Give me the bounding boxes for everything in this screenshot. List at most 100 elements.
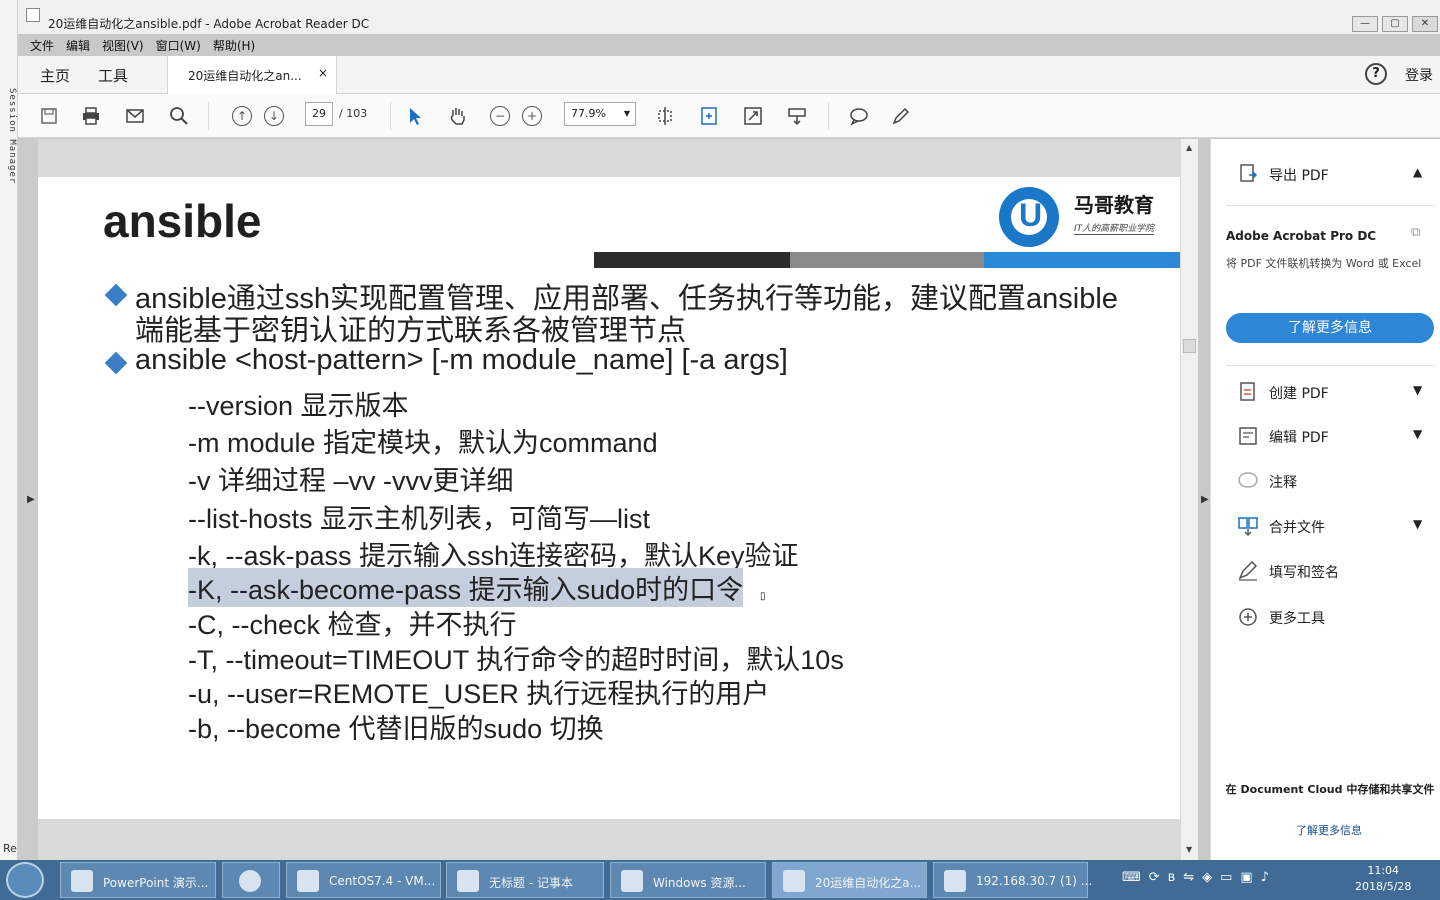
bullet2-syntax: ansible <host-pattern> [-m module_name] … [135,344,788,376]
keyboard-icon[interactable]: ⌨ [1122,870,1141,885]
tab-document[interactable]: 20运维自动化之an... × [167,56,337,94]
close-tab-icon[interactable]: × [318,66,328,80]
bullet-diamond-icon [104,283,128,307]
fit-page-icon[interactable] [698,105,720,127]
taskbar-item-acrobat[interactable]: 20运维自动化之a... [772,862,927,898]
zoom-value: 77.9% [571,107,606,120]
scroll-thumb[interactable] [1183,339,1196,353]
sync-icon[interactable]: ⟳ [1149,870,1160,885]
document-cloud-text: 在 Document Cloud 中存储和共享文件 [1225,783,1435,796]
previous-page-icon[interactable]: ↑ [232,106,252,126]
taskbar-item-vmware[interactable]: CentOS7.4 - VM... [286,862,441,898]
scroll-up-icon[interactable]: ▲ [1186,143,1192,152]
help-icon[interactable]: ? [1365,63,1387,85]
taskbar-item-browser[interactable] [222,862,280,898]
menu-window[interactable]: 窗口(W) [156,37,201,53]
comment-item[interactable]: 注释 [1211,466,1440,496]
chevron-down-icon[interactable]: ▼ [1413,517,1422,531]
option-line: --version 显示版本 [188,391,409,421]
export-pdf-item[interactable]: 导出 PDF ▲ [1211,159,1440,189]
network-icon[interactable]: ⇋ [1183,870,1194,885]
toolbar: ↑ ↓ 29 / 103 − + 77.9% ▼ [18,94,1440,138]
pen-icon[interactable] [890,105,912,127]
system-clock[interactable]: 11:04 2018/5/28 [1355,863,1411,895]
zoom-select[interactable]: 77.9% ▼ [564,102,636,126]
select-cursor-icon[interactable] [404,105,426,127]
zoom-in-icon[interactable]: + [522,106,542,126]
menu-file[interactable]: 文件 [30,37,54,53]
taskbar-item-label: 无标题 - 记事本 [489,876,573,890]
volume-icon[interactable]: ♪ [1261,870,1269,885]
combine-files-label: 合并文件 [1269,520,1325,536]
vertical-scrollbar[interactable]: ▲ ▼ [1180,139,1198,860]
learn-more-button[interactable]: 了解更多信息 [1226,313,1434,343]
fill-sign-icon [1238,560,1258,581]
tab-home[interactable]: 主页 [40,65,70,86]
full-screen-icon[interactable] [742,105,764,127]
window-title: 20运维自动化之ansible.pdf - Adobe Acrobat Read… [48,17,370,31]
page-total: / 103 [339,107,368,120]
restore-button[interactable]: ▢ [1382,16,1408,32]
more-tools-item[interactable]: 更多工具 [1211,602,1440,632]
fill-sign-item[interactable]: 填写和签名 [1211,556,1440,586]
taskbar-item-terminal[interactable]: 192.168.30.7 (1) ... [933,862,1092,898]
comment-icon[interactable] [848,105,870,127]
chevron-up-icon[interactable]: ▲ [1413,165,1422,179]
option-line: -u, --user=REMOTE_USER 执行远程执行的用户 [188,679,770,709]
minimize-button[interactable]: — [1352,16,1378,32]
collapse-left-pane-icon[interactable]: ▶ [27,494,35,505]
session-strip-bottom-label: Re [3,842,17,855]
print-icon[interactable] [80,105,102,127]
start-button[interactable] [6,862,44,898]
title-bar: 20运维自动化之ansible.pdf - Adobe Acrobat Read… [18,0,1440,34]
taskbar-item-powerpoint[interactable]: PowerPoint 演示... [60,862,216,898]
chevron-down-icon[interactable]: ▼ [1413,427,1422,441]
cloud-learn-more-link[interactable]: 了解更多信息 [1211,822,1440,838]
taskbar-item-label: Windows 资源... [653,876,746,890]
menu-view[interactable]: 视图(V) [102,37,144,53]
menu-help[interactable]: 帮助(H) [213,37,255,53]
close-button[interactable]: ✕ [1412,16,1438,32]
option-line: -v 详细过程 –vv -vvv更详细 [188,466,514,496]
scroll-down-icon[interactable]: ▼ [1186,845,1192,854]
page-number-input[interactable]: 29 [305,102,333,126]
email-icon[interactable] [124,105,146,127]
save-icon[interactable] [38,105,60,127]
shield-icon[interactable]: ◈ [1202,870,1212,885]
create-pdf-item[interactable]: 创建 PDF ▼ [1211,377,1440,407]
taskbar-item-label: CentOS7.4 - VM... [329,874,436,888]
right-tools-panel: 导出 PDF ▲ Adobe Acrobat Pro DC ⧉ 将 PDF 文件… [1210,139,1440,860]
hand-tool-icon[interactable] [446,105,468,127]
bluetooth-icon[interactable]: ʙ [1168,870,1176,885]
zoom-out-icon[interactable]: − [490,106,510,126]
option-line-highlighted[interactable]: -K, --ask-become-pass 提示输入sudo时的口令 [188,568,744,607]
combine-files-item[interactable]: 合并文件 ▼ [1211,511,1440,541]
system-tray: ⌨ ⟳ ʙ ⇋ ◈ ▭ ▣ ♪ [1122,870,1269,885]
taskbar-item-explorer[interactable]: Windows 资源... [610,862,766,898]
edit-pdf-item[interactable]: 编辑 PDF ▼ [1211,421,1440,451]
bullet-diamond-icon [104,351,128,375]
browser-icon [239,870,261,892]
edit-pdf-icon [1239,427,1257,445]
combine-files-icon [1238,517,1258,537]
clock-date: 2018/5/28 [1355,880,1412,893]
login-link[interactable]: 登录 [1405,65,1433,85]
search-icon[interactable] [168,105,190,127]
next-page-icon[interactable]: ↓ [264,106,284,126]
text-cursor-icon: ▯ [760,591,766,602]
session-manager-strip[interactable]: Session Manager Re [0,0,18,860]
copy-icon: ⧉ [1411,225,1421,240]
create-pdf-label: 创建 PDF [1269,386,1329,402]
logo-glyph: U [1019,197,1043,233]
read-mode-icon[interactable] [786,105,808,127]
monitor-icon[interactable]: ▣ [1240,870,1252,885]
menu-edit[interactable]: 编辑 [66,37,90,53]
scroll-mode-icon[interactable] [654,105,676,127]
chevron-down-icon[interactable]: ▼ [1413,383,1422,397]
taskbar-item-notepad[interactable]: 无标题 - 记事本 [446,862,604,898]
collapse-right-pane-icon[interactable]: ▶ [1201,494,1209,505]
tab-tools[interactable]: 工具 [98,65,128,86]
battery-icon[interactable]: ▭ [1220,870,1232,885]
taskbar-item-label: 192.168.30.7 (1) ... [976,874,1093,888]
acrobat-icon [783,870,805,892]
